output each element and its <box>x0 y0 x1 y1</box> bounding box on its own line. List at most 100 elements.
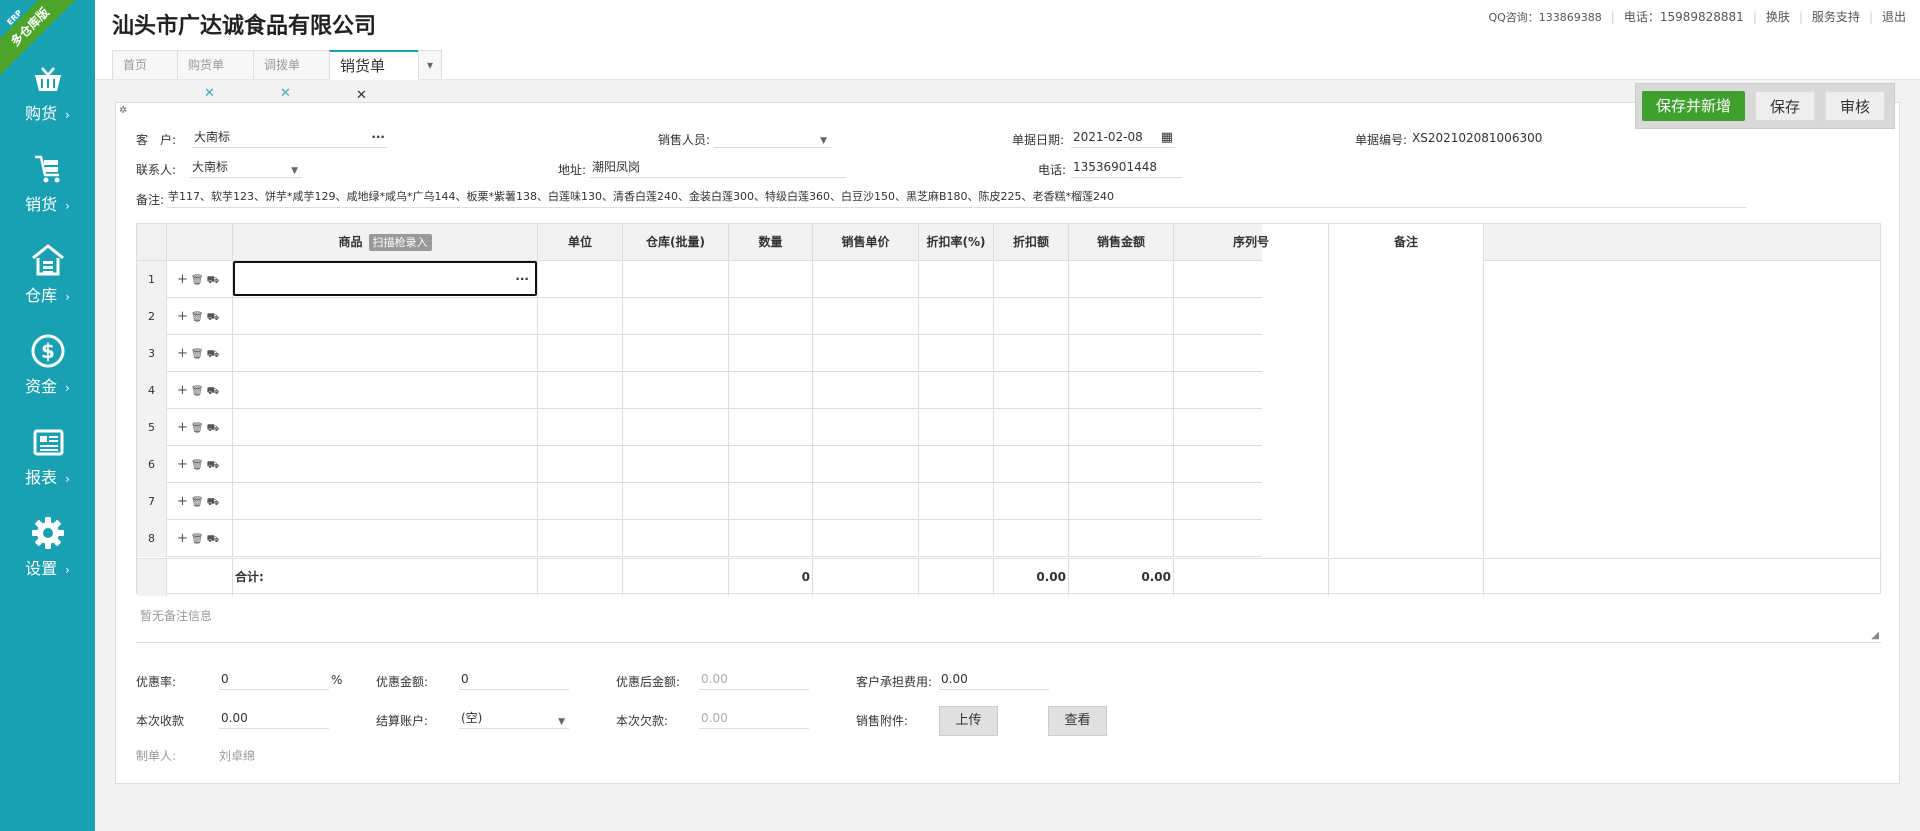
contact-select[interactable]: 大南标 ▼ <box>190 158 302 178</box>
cell-serial[interactable] <box>1174 261 1329 298</box>
cell-amount[interactable] <box>1069 298 1174 335</box>
cell-note[interactable] <box>1329 446 1484 483</box>
cell-discount-rate[interactable] <box>919 409 994 446</box>
close-icon[interactable]: ✕ <box>280 86 291 101</box>
cell-amount[interactable] <box>1069 335 1174 372</box>
cell-unit[interactable] <box>538 335 623 372</box>
support-link[interactable]: 服务支持 <box>1812 10 1860 24</box>
cell-discount-amount[interactable] <box>994 409 1069 446</box>
cell-qty[interactable] <box>729 261 813 298</box>
account-select[interactable]: (空) ▼ <box>459 709 569 729</box>
cell-amount[interactable] <box>1069 520 1174 557</box>
more-icon[interactable]: ··· <box>515 272 529 286</box>
cell-serial[interactable] <box>1174 335 1329 372</box>
delete-row-icon[interactable]: 🗑 <box>191 275 207 286</box>
cell-warehouse[interactable] <box>623 372 729 409</box>
add-row-icon[interactable]: + <box>177 272 191 287</box>
cell-qty[interactable] <box>729 372 813 409</box>
cell-amount[interactable] <box>1069 483 1174 520</box>
cell-note[interactable] <box>1329 520 1484 557</box>
cell-amount[interactable] <box>1069 409 1174 446</box>
cell-unit[interactable] <box>538 372 623 409</box>
cart-row-icon[interactable]: ⛟ <box>207 386 223 397</box>
settings-small-icon[interactable]: ✲ <box>119 105 127 116</box>
cell-note[interactable] <box>1329 335 1484 372</box>
sidebar-item-sales[interactable]: 销货 › <box>0 151 95 231</box>
cell-warehouse[interactable] <box>623 298 729 335</box>
cell-discount-amount[interactable] <box>994 520 1069 557</box>
cart-row-icon[interactable]: ⛟ <box>207 275 223 286</box>
cell-unit[interactable] <box>538 520 623 557</box>
customer-field[interactable]: 大南标 ··· <box>192 128 387 148</box>
tab-transfer-order[interactable]: 调拨单 ✕ <box>253 50 330 101</box>
add-row-icon[interactable]: + <box>177 420 191 435</box>
cell-product[interactable] <box>233 335 538 372</box>
cell-qty[interactable] <box>729 335 813 372</box>
cell-product[interactable] <box>233 409 538 446</box>
cell-discount-rate[interactable] <box>919 261 994 298</box>
cell-qty[interactable] <box>729 483 813 520</box>
sidebar-item-settings[interactable]: 设置 › <box>0 515 95 595</box>
header-warehouse[interactable]: 仓库(批量) <box>623 224 729 261</box>
cell-discount-amount[interactable] <box>994 298 1069 335</box>
cart-row-icon[interactable]: ⛟ <box>207 497 223 508</box>
cart-row-icon[interactable]: ⛟ <box>207 349 223 360</box>
add-row-icon[interactable]: + <box>177 346 191 361</box>
cell-warehouse[interactable] <box>623 261 729 298</box>
delete-row-icon[interactable]: 🗑 <box>191 460 207 471</box>
add-row-icon[interactable]: + <box>177 383 191 398</box>
delete-row-icon[interactable]: 🗑 <box>191 423 207 434</box>
cell-discount-amount[interactable] <box>994 335 1069 372</box>
qq-consult-link[interactable]: QQ咨询：133869388 <box>1488 11 1601 24</box>
tab-purchase-order[interactable]: 购货单 ✕ <box>177 50 254 101</box>
sidebar-item-finance[interactable]: $ 资金 › <box>0 333 95 413</box>
cart-row-icon[interactable]: ⛟ <box>207 460 223 471</box>
add-row-icon[interactable]: + <box>177 531 191 546</box>
upload-button[interactable]: 上传 <box>939 706 998 736</box>
cell-amount[interactable] <box>1069 261 1174 298</box>
received-field[interactable]: 0.00 <box>219 709 329 729</box>
address-field[interactable]: 潮阳凤岗 <box>590 158 846 178</box>
cell-price[interactable] <box>813 409 919 446</box>
cell-unit[interactable] <box>538 409 623 446</box>
scan-entry-button[interactable]: 扫描枪录入 <box>368 234 432 251</box>
remark-field[interactable]: 芋117、软芋123、饼芋*咸芋129、咸地绿*咸乌*广乌144、板栗*紫薯13… <box>166 188 1746 208</box>
cell-amount[interactable] <box>1069 446 1174 483</box>
product-input[interactable]: ··· <box>233 261 537 296</box>
cell-price[interactable] <box>813 372 919 409</box>
sidebar-item-reports[interactable]: 报表 › <box>0 424 95 504</box>
cell-serial[interactable] <box>1174 372 1329 409</box>
cell-price[interactable] <box>813 335 919 372</box>
tab-dropdown[interactable]: ▾ <box>418 50 442 79</box>
cell-qty[interactable] <box>729 446 813 483</box>
cell-unit[interactable] <box>538 298 623 335</box>
cell-discount-rate[interactable] <box>919 483 994 520</box>
cell-price[interactable] <box>813 446 919 483</box>
cell-discount-amount[interactable] <box>994 261 1069 298</box>
save-and-new-button[interactable]: 保存并新增 <box>1642 91 1745 121</box>
cell-discount-rate[interactable] <box>919 335 994 372</box>
cell-serial[interactable] <box>1174 409 1329 446</box>
audit-button[interactable]: 审核 <box>1825 91 1885 121</box>
discount-rate-field[interactable]: 0 <box>219 670 329 690</box>
cell-note[interactable] <box>1329 409 1484 446</box>
add-row-icon[interactable]: + <box>177 494 191 509</box>
delete-row-icon[interactable]: 🗑 <box>191 386 207 397</box>
cell-amount[interactable] <box>1069 372 1174 409</box>
cell-discount-rate[interactable] <box>919 372 994 409</box>
tab-sales-order[interactable]: 销货单 ✕ <box>329 50 419 103</box>
cell-qty[interactable] <box>729 409 813 446</box>
cell-unit[interactable] <box>538 261 623 298</box>
cart-row-icon[interactable]: ⛟ <box>207 312 223 323</box>
cell-price[interactable] <box>813 298 919 335</box>
cart-row-icon[interactable]: ⛟ <box>207 423 223 434</box>
resize-handle-icon[interactable]: ◢ <box>1871 630 1879 641</box>
salesman-select[interactable]: ▼ <box>714 128 831 148</box>
cell-warehouse[interactable] <box>623 335 729 372</box>
cell-unit[interactable] <box>538 446 623 483</box>
cell-discount-amount[interactable] <box>994 372 1069 409</box>
cell-warehouse[interactable] <box>623 483 729 520</box>
cell-product[interactable] <box>233 446 538 483</box>
cart-row-icon[interactable]: ⛟ <box>207 534 223 545</box>
cell-qty[interactable] <box>729 298 813 335</box>
